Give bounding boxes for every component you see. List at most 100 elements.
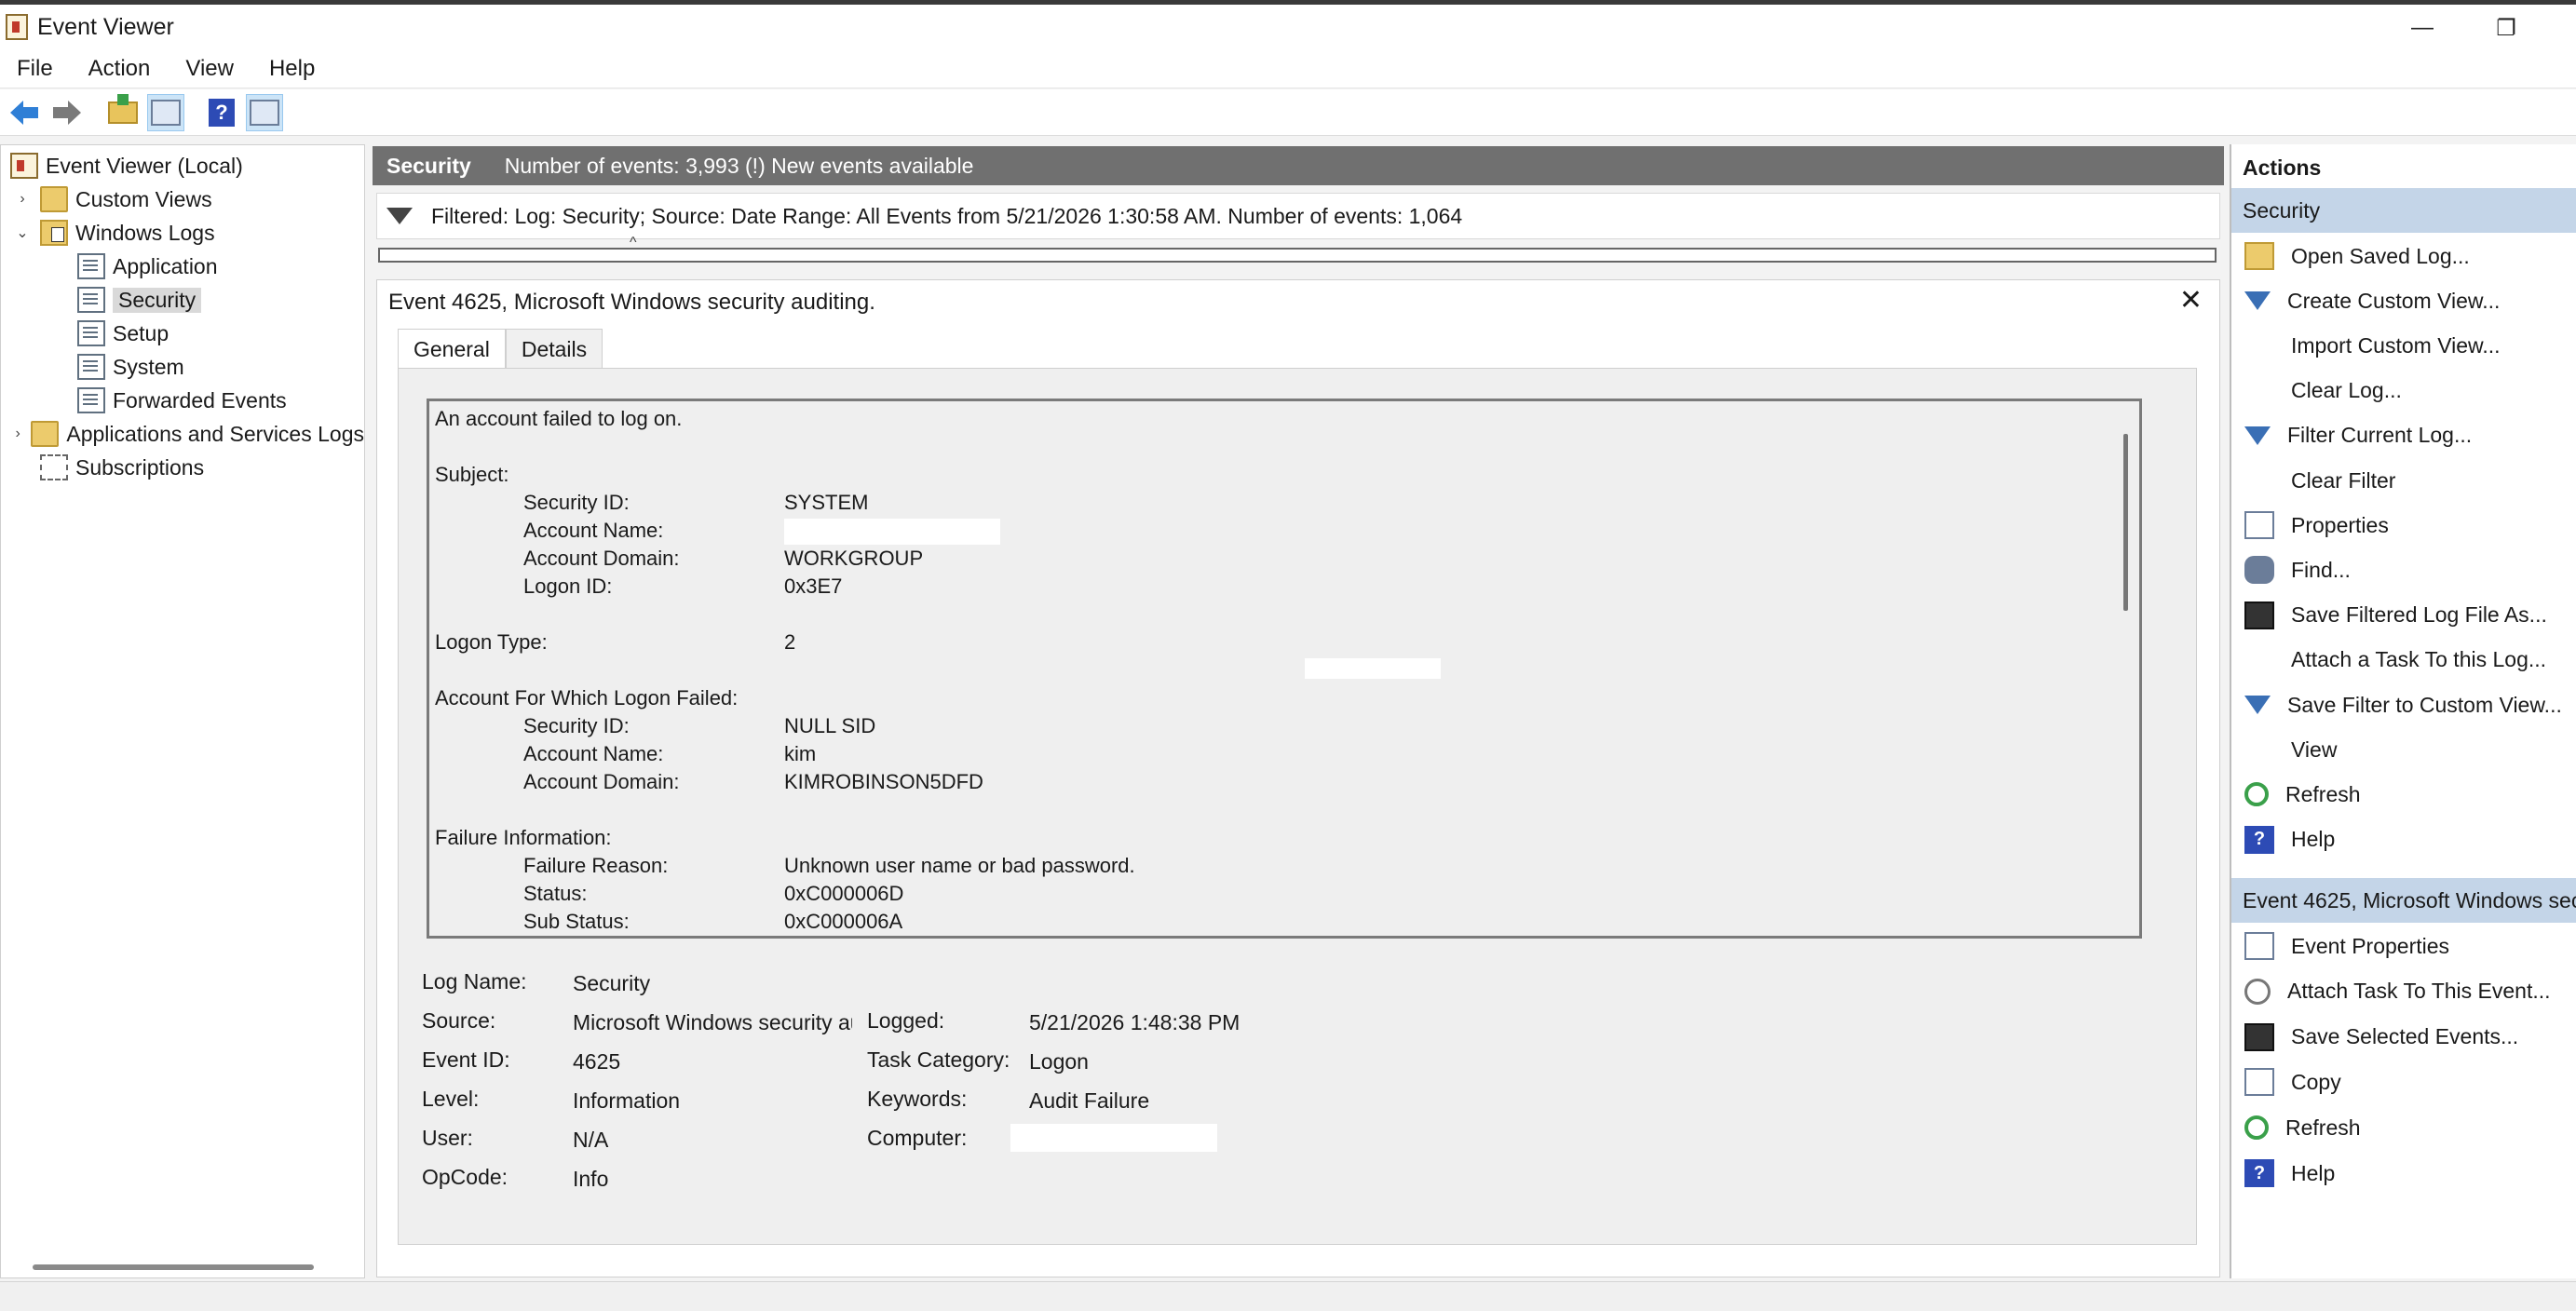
clock-icon <box>2244 978 2271 1005</box>
action-attach-task-to-this-event[interactable]: Attach Task To This Event... <box>2231 970 2576 1013</box>
action-import-custom-view[interactable]: Import Custom View... <box>2231 324 2576 367</box>
action-help[interactable]: ? Help <box>2231 818 2576 861</box>
action-help[interactable]: ? Help <box>2231 1152 2576 1195</box>
show-hide-action-pane-button[interactable] <box>246 93 283 131</box>
close-icon[interactable]: ✕ <box>2179 284 2203 317</box>
actions-group-security[interactable]: Security <box>2231 188 2576 233</box>
chevron-right-icon[interactable]: › <box>12 426 23 442</box>
redacted-account-name <box>784 519 1000 545</box>
action-clear-log[interactable]: Clear Log... <box>2231 370 2576 412</box>
main-pane: Security Number of events: 3,993 (!) New… <box>373 144 2224 1278</box>
tab-details[interactable]: Details <box>505 329 603 370</box>
action-label: Attach a Task To this Log... <box>2291 647 2547 672</box>
action-clear-filter[interactable]: Clear Filter <box>2231 459 2576 502</box>
action-find[interactable]: Find... <box>2231 548 2576 591</box>
folder-icon <box>40 186 68 212</box>
actions-group-event[interactable]: Event 4625, Microsoft Windows security a… <box>2231 878 2576 923</box>
caret-up-icon[interactable]: ^ <box>630 235 637 251</box>
desc-failure-reason: Unknown user name or bad password. <box>784 854 1135 877</box>
tree-item-custom-views[interactable]: › Custom Views <box>12 183 212 215</box>
action-refresh[interactable]: Refresh <box>2231 773 2576 816</box>
tree-item-forwarded-events[interactable]: Forwarded Events <box>77 385 287 416</box>
field-opcode-label: OpCode: <box>422 1165 508 1189</box>
field-log-name: Security <box>573 971 651 995</box>
find-icon <box>2244 556 2274 585</box>
action-create-custom-view[interactable]: Create Custom View... <box>2231 279 2576 322</box>
description-scrollbar[interactable] <box>2123 434 2128 611</box>
log-icon <box>77 253 105 279</box>
field-level-label: Level: <box>422 1087 480 1111</box>
event-description-box[interactable]: An account failed to log on. Subject: Se… <box>427 399 2142 939</box>
desc-failure-header: Failure Information: <box>435 826 612 849</box>
desc-logon-type: 2 <box>784 630 796 654</box>
refresh-icon <box>2244 1115 2269 1141</box>
status-bar <box>0 1281 2576 1311</box>
event-list-collapsed[interactable]: ^ <box>378 235 2217 263</box>
tree-item-applications-and-services-logs[interactable]: › Applications and Services Logs <box>12 418 364 450</box>
tab-general[interactable]: General <box>398 329 506 370</box>
restore-button[interactable]: ❐ <box>2464 9 2548 47</box>
filter-icon <box>2244 426 2271 445</box>
chevron-down-icon[interactable]: ⌄ <box>12 223 33 242</box>
tree-horizontal-scrollbar[interactable] <box>33 1264 314 1270</box>
forward-button[interactable] <box>48 94 86 131</box>
action-label: Attach Task To This Event... <box>2287 979 2551 1004</box>
tree-item-system[interactable]: System <box>77 351 184 383</box>
menu-view[interactable]: View <box>185 56 234 82</box>
action-copy[interactable]: Copy <box>2231 1061 2576 1103</box>
log-icon <box>77 387 105 413</box>
action-save-filter-to-custom-view[interactable]: Save Filter to Custom View... <box>2231 683 2576 726</box>
disk-icon <box>2244 1022 2274 1051</box>
folder-icon <box>31 421 60 447</box>
window-title: Event Viewer <box>37 13 174 40</box>
field-keywords: Audit Failure <box>1029 1088 1150 1113</box>
event-tabs: General Details <box>398 329 603 370</box>
up-folder-button[interactable] <box>104 93 142 131</box>
field-computer-label: Computer: <box>867 1126 968 1150</box>
action-label: Help <box>2291 827 2336 852</box>
filter-text: Filtered: Log: Security; Source: Date Ra… <box>431 203 1463 228</box>
tree-item-security[interactable]: Security <box>77 284 202 316</box>
general-tab-body: An account failed to log on. Subject: Se… <box>398 368 2197 1245</box>
minimize-button[interactable]: — <box>2380 9 2464 47</box>
desc-subject-account-name-label: Account Name: <box>523 519 664 542</box>
help-button[interactable]: ? <box>203 94 240 131</box>
action-refresh[interactable]: Refresh <box>2231 1106 2576 1149</box>
action-attach-a-task-to-this-log[interactable]: Attach a Task To this Log... <box>2231 639 2576 682</box>
redacted-region <box>1305 658 1441 679</box>
back-button[interactable] <box>6 94 43 131</box>
action-save-selected-events[interactable]: Save Selected Events... <box>2231 1016 2576 1059</box>
action-open-saved-log[interactable]: Open Saved Log... <box>2231 235 2576 277</box>
log-icon <box>77 354 105 380</box>
disk-icon <box>2244 601 2274 629</box>
desc-subject-logon-id: 0x3E7 <box>784 574 843 598</box>
action-label: Save Selected Events... <box>2291 1024 2519 1049</box>
field-keywords-label: Keywords: <box>867 1087 968 1111</box>
action-properties[interactable]: Properties <box>2231 504 2576 547</box>
tree-item-setup[interactable]: Setup <box>77 318 169 349</box>
menu-file[interactable]: File <box>17 56 53 82</box>
tree-item-windows-logs[interactable]: ⌄ Windows Logs <box>12 217 215 249</box>
actions-pane: Actions Security Open Saved Log... Create… <box>2230 144 2576 1278</box>
refresh-icon <box>2244 782 2269 807</box>
tree-item-event-viewer-local[interactable]: Event Viewer (Local) <box>10 150 243 182</box>
desc-failed-security-id: NULL SID <box>784 714 876 737</box>
action-event-properties[interactable]: Event Properties <box>2231 925 2576 967</box>
field-event-id: 4625 <box>573 1049 621 1074</box>
menu-help[interactable]: Help <box>269 56 315 82</box>
action-view[interactable]: View <box>2231 728 2576 771</box>
chevron-right-icon[interactable]: › <box>12 191 33 208</box>
desc-failure-reason-label: Failure Reason: <box>523 854 669 877</box>
tree-item-application[interactable]: Application <box>77 250 218 282</box>
action-filter-current-log[interactable]: Filter Current Log... <box>2231 414 2576 457</box>
action-save-filtered-log-file-as[interactable]: Save Filtered Log File As... <box>2231 594 2576 637</box>
toolbar: ? <box>0 89 2576 136</box>
desc-failed-account-name: kim <box>784 742 817 765</box>
action-label: Save Filter to Custom View... <box>2287 692 2562 717</box>
menu-action[interactable]: Action <box>88 56 151 82</box>
show-hide-tree-button[interactable] <box>147 93 184 131</box>
log-header-name: Security <box>386 153 471 178</box>
action-label: Refresh <box>2285 781 2361 806</box>
tree-item-subscriptions[interactable]: Subscriptions <box>40 452 204 483</box>
field-user: N/A <box>573 1128 609 1152</box>
